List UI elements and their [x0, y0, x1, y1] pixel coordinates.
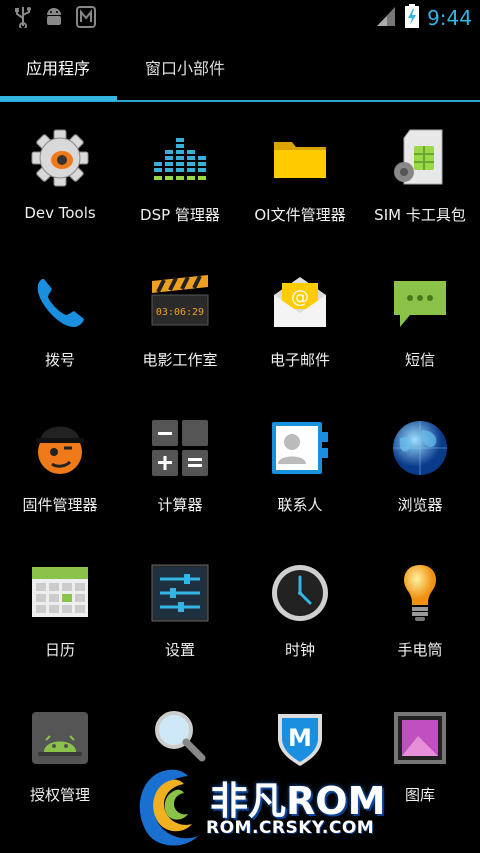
sim-card-icon	[390, 128, 450, 188]
m-app-icon	[76, 6, 96, 32]
app-calculator[interactable]: 计算器	[120, 410, 240, 550]
app-flashlight[interactable]: 手电筒	[360, 555, 480, 695]
watermark-brand: 非凡ROM	[210, 779, 386, 823]
signal-icon	[375, 5, 397, 31]
phone-icon	[30, 273, 90, 333]
app-email[interactable]: @ 电子邮件	[240, 265, 360, 405]
tab-apps[interactable]: 应用程序	[26, 34, 90, 100]
email-icon: @	[270, 273, 330, 333]
app-messaging[interactable]: 短信	[360, 265, 480, 405]
globe-icon	[390, 418, 450, 478]
app-sim-toolkit[interactable]: SIM 卡工具包	[360, 120, 480, 260]
clapperboard-icon: 03:06:29	[150, 273, 210, 333]
settings-sliders-icon	[150, 563, 210, 623]
svg-text:03:06:29: 03:06:29	[156, 307, 204, 318]
watermark-url: ROM.CRSKY.COM	[206, 818, 375, 838]
app-label: DSP 管理器	[140, 206, 220, 224]
app-label: 电影工作室	[142, 351, 218, 369]
lightbulb-icon	[390, 563, 450, 623]
message-icon	[390, 273, 450, 333]
app-label: Dev Tools	[24, 204, 96, 222]
app-settings[interactable]: 设置	[120, 555, 240, 695]
superuser-icon	[30, 708, 90, 768]
svg-text:@: @	[291, 287, 309, 308]
app-label: 浏览器	[397, 496, 443, 514]
calculator-icon	[150, 418, 210, 478]
app-dsp-manager[interactable]: DSP 管理器	[120, 120, 240, 260]
app-clock[interactable]: 时钟	[240, 555, 360, 695]
contacts-icon	[270, 418, 330, 478]
battery-charging-icon	[405, 4, 420, 32]
status-time: 9:44	[427, 6, 472, 30]
app-label: 时钟	[284, 641, 315, 659]
usb-icon	[14, 6, 32, 32]
gear-icon	[30, 128, 90, 188]
svg-text:M: M	[288, 724, 312, 752]
app-contacts[interactable]: 联系人	[240, 410, 360, 550]
tab-widgets[interactable]: 窗口小部件	[145, 34, 225, 100]
app-movie-studio[interactable]: 03:06:29 电影工作室	[120, 265, 240, 405]
app-label: 手电筒	[397, 641, 443, 659]
app-label: 联系人	[277, 496, 323, 514]
gallery-icon	[390, 708, 450, 768]
app-label: OI文件管理器	[254, 206, 346, 224]
android-debug-icon	[44, 6, 64, 32]
app-label: 电子邮件	[269, 351, 330, 369]
equalizer-icon	[150, 128, 210, 188]
app-label: 授权管理	[29, 786, 90, 804]
clock-icon	[270, 563, 330, 623]
app-browser[interactable]: 浏览器	[360, 410, 480, 550]
m-shield-icon: M	[270, 708, 330, 768]
watermark-logo: 非凡ROM ROM.CRSKY.COM	[128, 760, 428, 853]
calendar-icon	[30, 563, 90, 623]
folder-icon	[270, 128, 330, 188]
app-label: 计算器	[157, 496, 203, 514]
app-label: 日历	[44, 641, 75, 659]
magnifier-icon	[150, 708, 210, 768]
tab-bar: 应用程序 窗口小部件	[0, 34, 480, 104]
app-label: 固件管理器	[22, 496, 98, 514]
tab-divider	[0, 100, 480, 102]
swirl-logo-icon	[139, 769, 198, 846]
app-dev-tools[interactable]: Dev Tools	[0, 120, 120, 260]
app-rom-manager[interactable]: 固件管理器	[0, 410, 120, 550]
rom-manager-icon	[30, 418, 90, 478]
status-bar: 9:44	[0, 0, 480, 34]
app-label: 设置	[164, 641, 195, 659]
app-calendar[interactable]: 日历	[0, 555, 120, 695]
app-label: 拨号	[44, 351, 75, 369]
app-oi-file-manager[interactable]: OI文件管理器	[240, 120, 360, 260]
app-dialer[interactable]: 拨号	[0, 265, 120, 405]
app-superuser[interactable]: 授权管理	[0, 700, 120, 840]
app-label: SIM 卡工具包	[374, 206, 466, 224]
app-label: 短信	[404, 351, 435, 369]
